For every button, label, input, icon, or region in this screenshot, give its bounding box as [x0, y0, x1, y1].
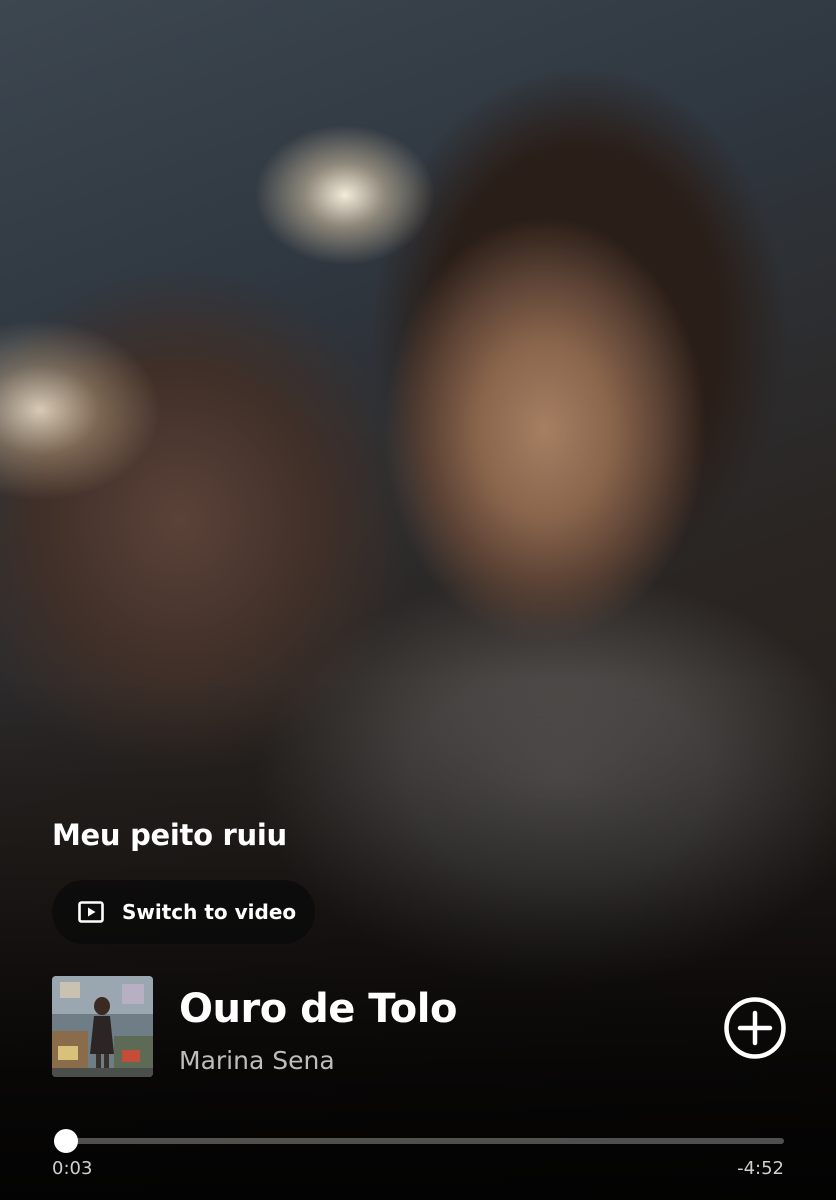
canvas-title: Meu peito ruiu [52, 818, 287, 852]
progress-thumb[interactable] [54, 1129, 78, 1153]
album-cover[interactable] [52, 976, 153, 1077]
switch-to-video-label: Switch to video [122, 900, 297, 924]
track-artist[interactable]: Marina Sena [179, 1046, 335, 1075]
track-title[interactable]: Ouro de Tolo [179, 986, 457, 1032]
switch-to-video-button[interactable]: Switch to video [52, 880, 315, 944]
plus-circle-icon [724, 997, 786, 1059]
progress-rail [54, 1138, 784, 1144]
playback-progress-bar[interactable] [54, 1129, 784, 1153]
now-playing-track: Ouro de Tolo Marina Sena [52, 976, 836, 1078]
add-to-library-button[interactable] [723, 996, 787, 1060]
elapsed-time: 0:03 [52, 1158, 93, 1179]
remaining-time: -4:52 [737, 1158, 784, 1179]
play-video-icon [78, 901, 104, 923]
